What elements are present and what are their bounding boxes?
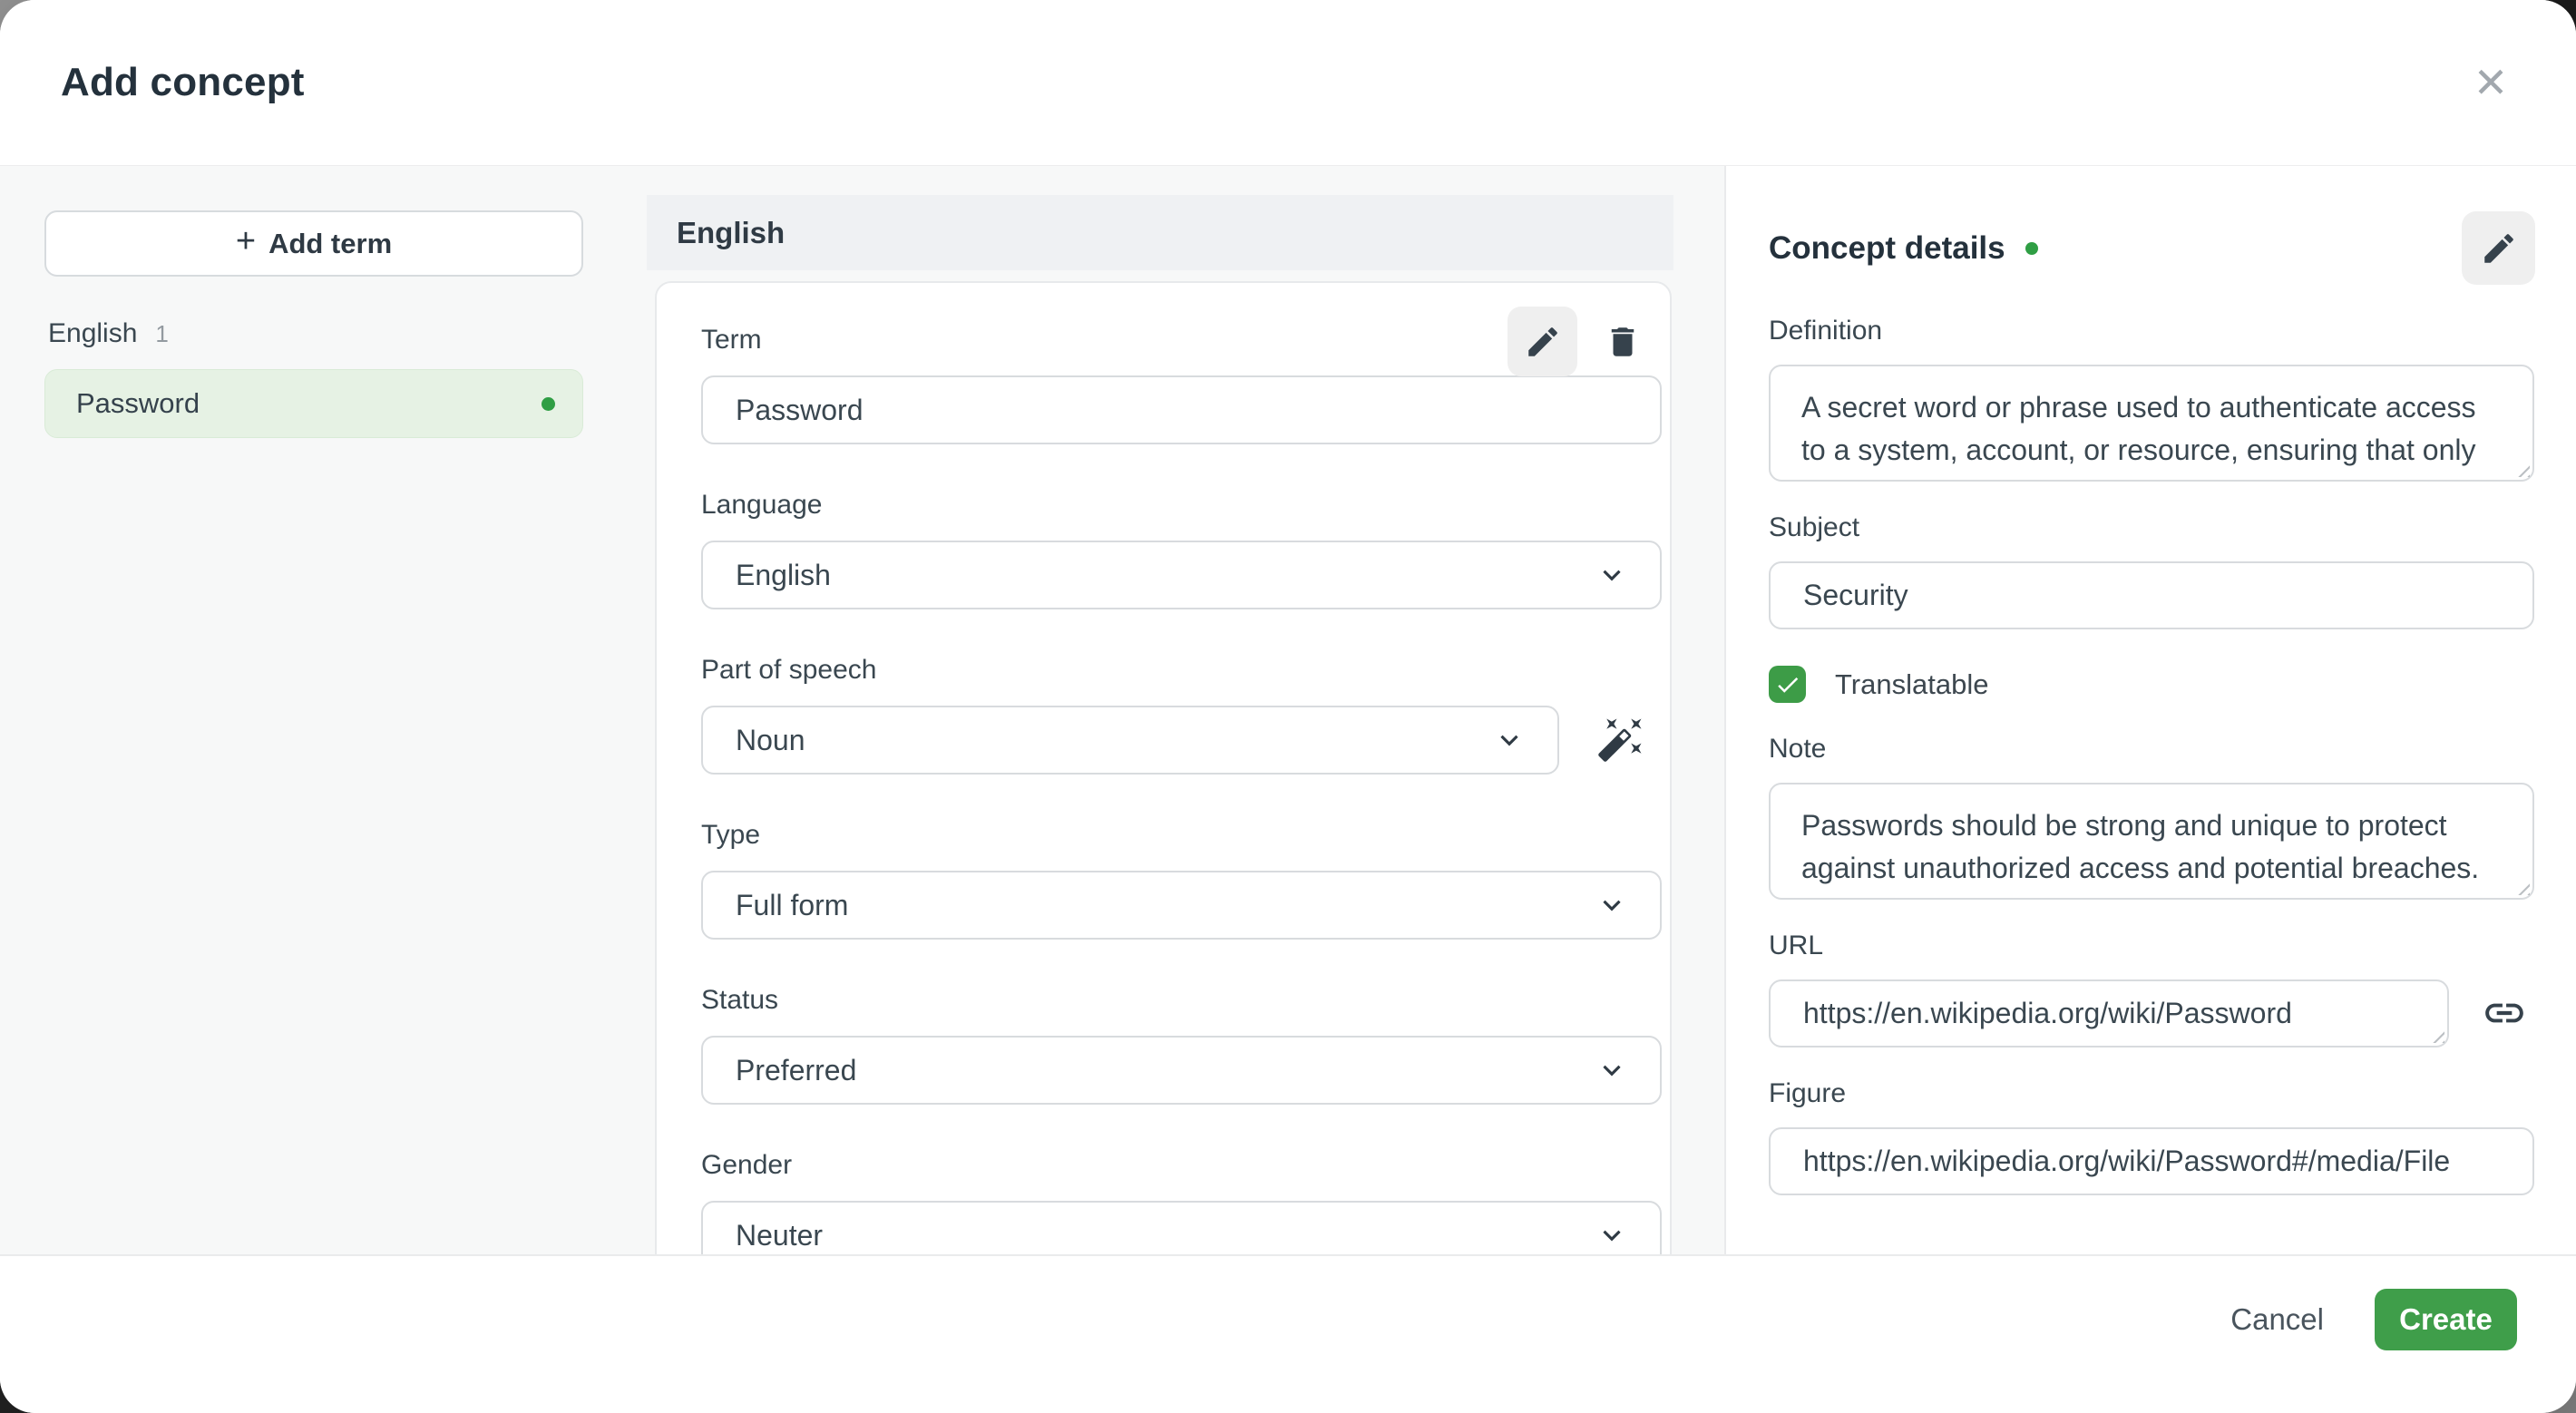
- url-label: URL: [1769, 931, 1824, 960]
- part-of-speech-select-value: Noun: [736, 723, 805, 756]
- translatable-field: Translatable: [1769, 666, 2535, 703]
- term-field-group: Term: [701, 325, 1662, 444]
- dialog-title: Add concept: [61, 60, 305, 104]
- checkmark-icon: [1777, 677, 1798, 693]
- magic-wand-icon: [1597, 718, 1642, 762]
- part-of-speech-label: Part of speech: [701, 655, 877, 685]
- chevron-down-icon: [1603, 570, 1621, 581]
- language-select-value: English: [736, 558, 831, 591]
- language-select[interactable]: English: [701, 541, 1662, 609]
- url-field-row: [1769, 979, 2535, 1048]
- concept-details-title: Concept details: [1769, 229, 2005, 266]
- translatable-checkbox[interactable]: [1769, 666, 1806, 703]
- term-card: Term Language English Part of speech Nou…: [655, 281, 1672, 1254]
- term-status-dot: [542, 396, 555, 411]
- type-field-group: Type Full form: [701, 820, 1662, 940]
- term-editor-language-title: English: [677, 215, 785, 249]
- term-list-item-password[interactable]: Password: [44, 369, 583, 438]
- note-textarea[interactable]: Passwords should be strong and unique to…: [1769, 783, 2534, 900]
- chevron-down-icon: [1603, 1065, 1621, 1077]
- type-select[interactable]: Full form: [701, 871, 1662, 940]
- subject-input[interactable]: [1769, 561, 2534, 629]
- language-field-group: Language English: [701, 490, 1662, 609]
- link-icon: [2485, 1003, 2523, 1022]
- definition-textarea[interactable]: A secret word or phrase used to authenti…: [1769, 365, 2534, 482]
- close-button[interactable]: ✕: [2458, 50, 2523, 115]
- term-input[interactable]: [701, 375, 1662, 444]
- gender-field-group: Gender Neuter: [701, 1150, 1662, 1254]
- translatable-label: Translatable: [1835, 668, 1989, 700]
- figure-label: Figure: [1769, 1078, 1847, 1108]
- open-link-button[interactable]: [2481, 990, 2528, 1038]
- status-label: Status: [701, 985, 779, 1015]
- term-editor-column: English Term Language: [647, 166, 1726, 1254]
- delete-term-button[interactable]: [1597, 307, 1648, 376]
- status-select[interactable]: Preferred: [701, 1036, 1662, 1105]
- concept-details-header: Concept details: [1769, 211, 2535, 285]
- term-editor-language-bar: English: [647, 195, 1673, 270]
- term-card-actions: [1508, 307, 1648, 376]
- chevron-down-icon: [1603, 1230, 1621, 1242]
- status-field-group: Status Preferred: [701, 985, 1662, 1105]
- term-list-item-label: Password: [76, 387, 200, 419]
- part-of-speech-field-group: Part of speech Noun: [701, 655, 1647, 775]
- language-term-count: 1: [155, 320, 169, 347]
- concept-details-panel: Concept details Definition A secret word…: [1726, 166, 2576, 1254]
- create-button[interactable]: Create: [2375, 1289, 2517, 1350]
- type-select-value: Full form: [736, 888, 849, 921]
- edit-term-button[interactable]: [1508, 307, 1577, 376]
- term-label: Term: [701, 325, 762, 355]
- language-group-name: English: [48, 318, 138, 348]
- close-icon: ✕: [2473, 59, 2509, 106]
- url-input[interactable]: [1769, 979, 2449, 1048]
- auto-detect-button[interactable]: [1594, 713, 1647, 767]
- trash-icon: [1611, 326, 1634, 356]
- chevron-down-icon: [1500, 735, 1518, 746]
- add-term-label: Add term: [268, 227, 393, 259]
- part-of-speech-select[interactable]: Noun: [701, 706, 1560, 775]
- note-label: Note: [1769, 734, 1827, 764]
- concept-status-dot: [2025, 241, 2038, 255]
- dialog-footer: Cancel Create: [0, 1254, 2576, 1413]
- dialog-body: + Add term English 1 Password English Te…: [0, 166, 2576, 1254]
- pencil-icon: [2483, 233, 2513, 263]
- chevron-down-icon: [1603, 900, 1621, 911]
- cancel-button[interactable]: Cancel: [2230, 1289, 2324, 1350]
- language-label: Language: [701, 490, 823, 520]
- add-term-button[interactable]: + Add term: [44, 210, 583, 277]
- edit-concept-button[interactable]: [2462, 211, 2535, 285]
- status-select-value: Preferred: [736, 1053, 857, 1087]
- gender-label: Gender: [701, 1150, 793, 1180]
- subject-label: Subject: [1769, 512, 1860, 542]
- terms-sidebar: + Add term English 1 Password: [0, 166, 647, 1254]
- language-group-header: English 1: [48, 318, 583, 349]
- gender-select-value: Neuter: [736, 1218, 824, 1252]
- figure-input[interactable]: [1769, 1127, 2534, 1195]
- plus-icon: +: [235, 222, 257, 260]
- pencil-icon: [1527, 326, 1557, 356]
- definition-label: Definition: [1769, 316, 1883, 346]
- add-concept-dialog: Add concept ✕ + Add term English 1 Passw…: [0, 0, 2576, 1413]
- dialog-header: Add concept ✕: [0, 0, 2576, 166]
- gender-select[interactable]: Neuter: [701, 1201, 1662, 1254]
- type-label: Type: [701, 820, 761, 850]
